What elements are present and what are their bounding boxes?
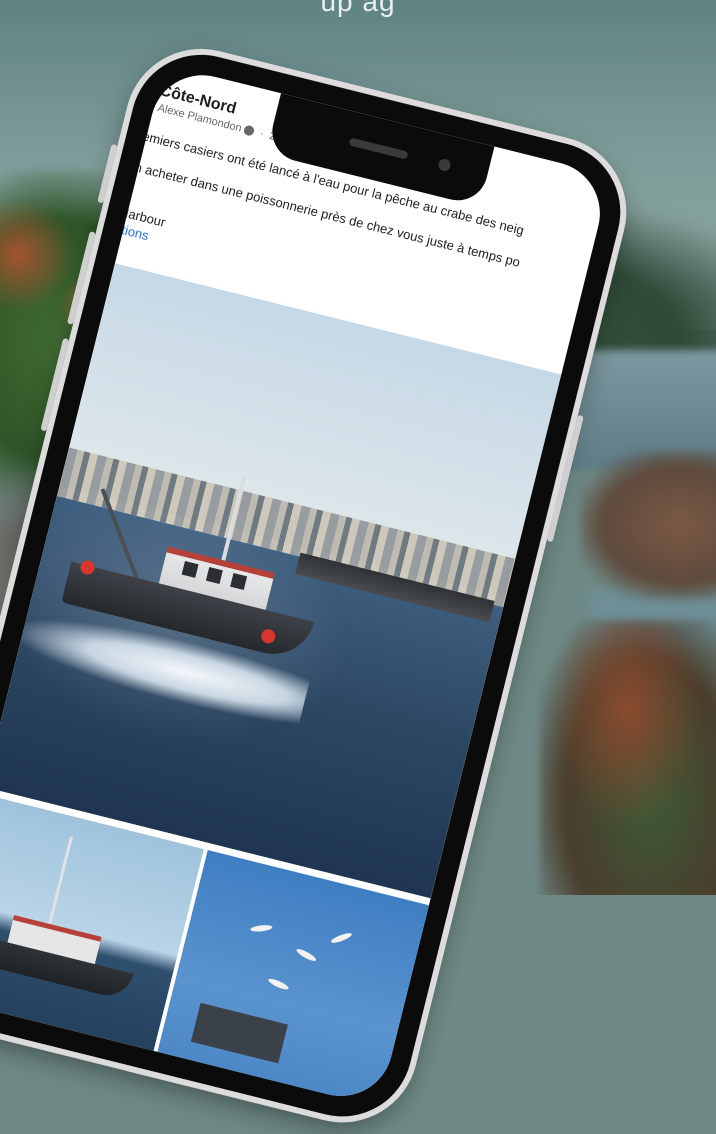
front-camera bbox=[437, 157, 452, 173]
seagull bbox=[267, 976, 290, 992]
seagull bbox=[250, 924, 273, 933]
separator-dot: · bbox=[258, 127, 266, 141]
info-icon bbox=[243, 124, 256, 137]
seagull bbox=[330, 931, 353, 945]
background-ground-right bbox=[540, 620, 716, 895]
boat-mast bbox=[47, 836, 73, 927]
building-roof bbox=[190, 1002, 288, 1064]
post-photo-gulls[interactable] bbox=[154, 850, 429, 1108]
seagull bbox=[295, 947, 318, 963]
headline-fragment: up ag bbox=[320, 0, 396, 17]
speaker-grille bbox=[348, 137, 409, 160]
background-rock-right bbox=[580, 450, 716, 600]
